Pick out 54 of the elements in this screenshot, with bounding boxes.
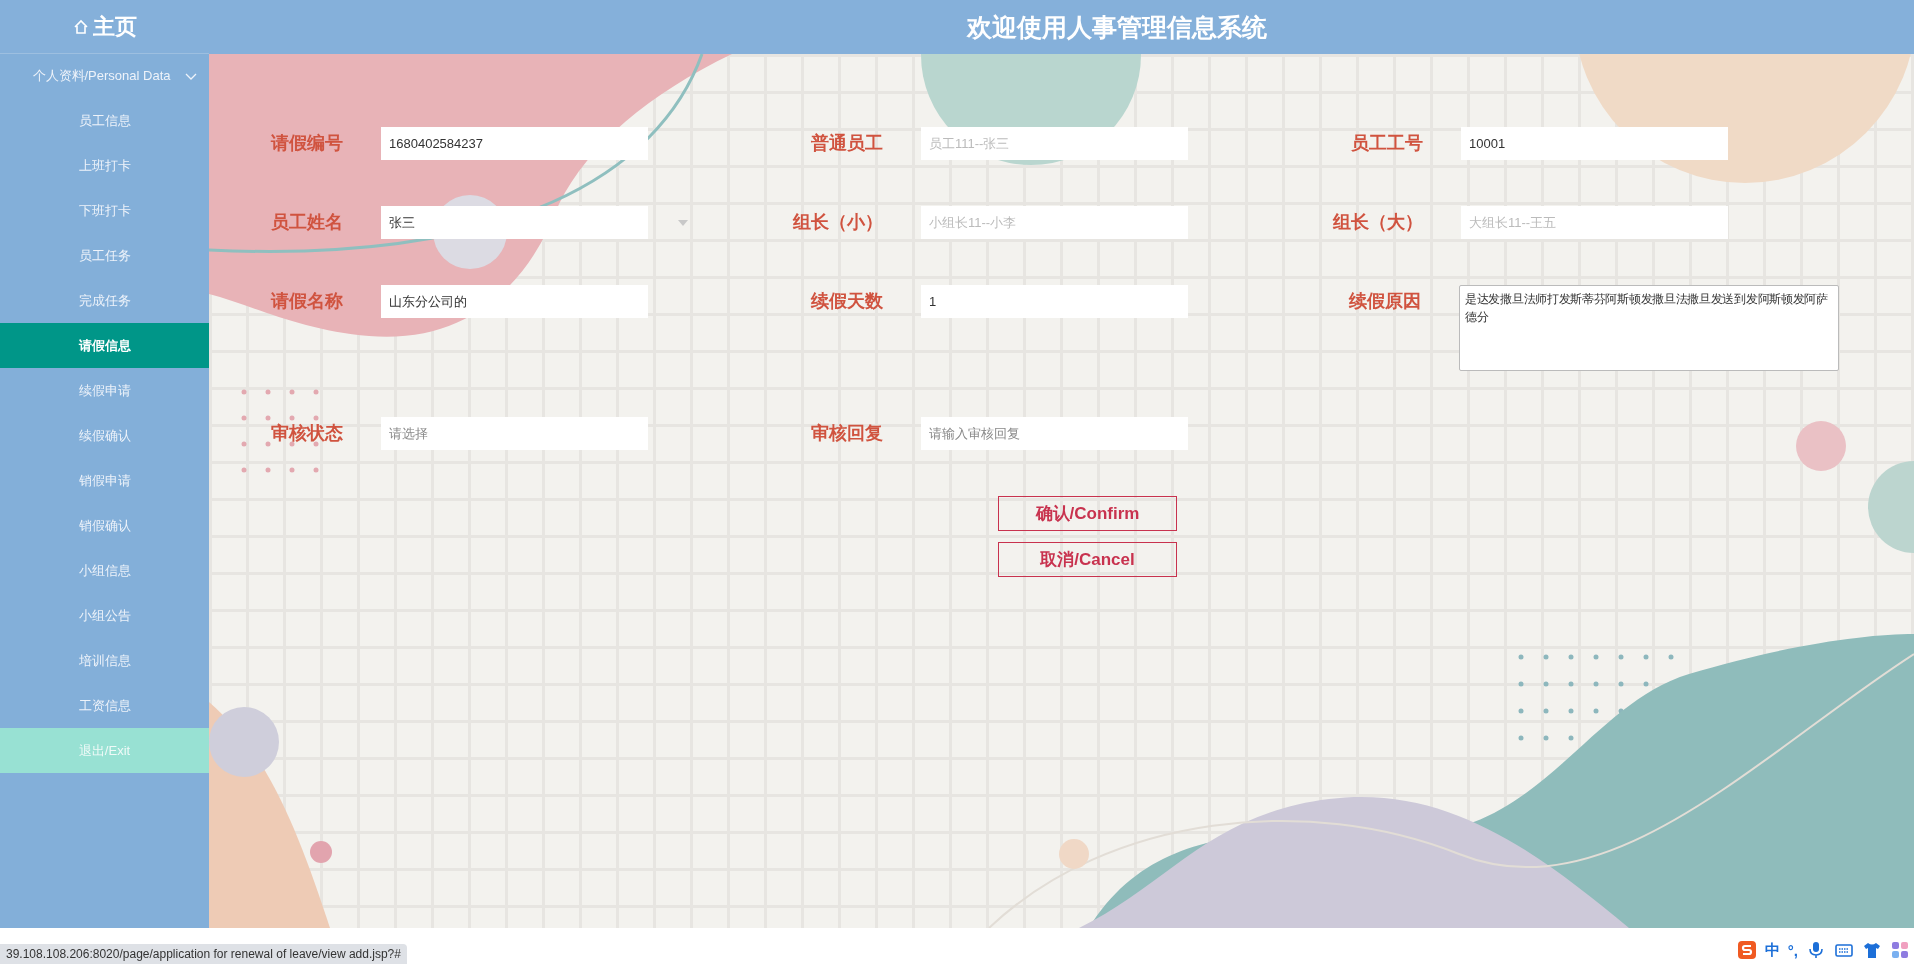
page-title: 欢迎使用人事管理信息系统 <box>967 11 1267 43</box>
menu-item[interactable]: 小组公告 <box>0 593 209 638</box>
field-label: 普通员工 <box>810 132 883 155</box>
input-field[interactable]: 10001 <box>1461 127 1728 160</box>
shirt-icon[interactable] <box>1862 940 1882 960</box>
decorative-circle <box>310 841 332 863</box>
field-label: 请假编号 <box>269 132 343 155</box>
menu-group[interactable]: 个人资料/Personal Data <box>0 54 209 98</box>
select-field[interactable]: 张三 <box>381 206 648 239</box>
home-icon <box>72 18 89 35</box>
menu-item[interactable]: 销假申请 <box>0 458 209 503</box>
input-field[interactable]: 1 <box>921 285 1188 318</box>
home-link[interactable]: 主页 <box>0 0 209 54</box>
decorative-circle <box>209 707 279 777</box>
decorative-circle <box>1059 839 1089 869</box>
field-label: 员工姓名 <box>270 211 343 234</box>
ime-toggle[interactable]: 中 <box>1764 940 1780 960</box>
menu-item[interactable]: 培训信息 <box>0 638 209 683</box>
input-field[interactable]: 小组长11--小李 <box>921 206 1188 239</box>
field-label: 续假原因 <box>1347 290 1421 313</box>
input-field[interactable]: 请选择 <box>381 417 648 450</box>
decorative-circle <box>1796 421 1846 471</box>
menu-item[interactable]: 请假信息 <box>0 323 209 368</box>
menu-item[interactable]: 完成任务 <box>0 278 209 323</box>
field-label: 续假天数 <box>809 290 883 313</box>
microphone-icon[interactable] <box>1806 940 1826 960</box>
menu-item[interactable]: 下班打卡 <box>0 188 209 233</box>
textarea-field[interactable]: 是达发撒旦法师打发斯蒂芬阿斯顿发撒旦法撒旦发送到发阿斯顿发阿萨德分 <box>1459 285 1839 371</box>
input-field[interactable]: 山东分公司的 <box>381 285 648 318</box>
caret-icon <box>678 219 688 226</box>
s-logo-icon[interactable] <box>1736 940 1757 960</box>
input-field[interactable]: 请输入审核回复 <box>921 417 1188 450</box>
field-label: 请假名称 <box>269 290 343 313</box>
ime-toggle[interactable]: °, <box>1787 941 1798 959</box>
menu-item[interactable]: 续假申请 <box>0 368 209 413</box>
form-button[interactable]: 取消/Cancel <box>998 542 1177 577</box>
menu-item[interactable]: 员工任务 <box>0 233 209 278</box>
menu-item[interactable]: 工资信息 <box>0 683 209 728</box>
field-label: 员工工号 <box>1350 132 1423 155</box>
field-label: 组长（小） <box>791 211 883 234</box>
menu-item[interactable]: 续假确认 <box>0 413 209 458</box>
field-label: 组长（大） <box>1331 211 1423 234</box>
exit-button[interactable]: 退出/Exit <box>0 728 209 773</box>
menu-item[interactable]: 上班打卡 <box>0 143 209 188</box>
status-url: 39.108.108.206:8020/page/application for renewal of leave/view add.jsp?# <box>0 944 407 964</box>
menu-item[interactable]: 员工信息 <box>0 98 209 143</box>
menu-item[interactable]: 小组信息 <box>0 548 209 593</box>
field-label: 审核回复 <box>810 422 883 445</box>
input-field[interactable]: 1680402584237 <box>381 127 648 160</box>
input-field[interactable]: 大组长11--王五 <box>1461 206 1728 239</box>
form-button[interactable]: 确认/Confirm <box>998 496 1177 531</box>
menu-item[interactable]: 销假确认 <box>0 503 209 548</box>
grid-icon[interactable] <box>1890 940 1910 960</box>
field-label: 审核状态 <box>270 422 343 445</box>
